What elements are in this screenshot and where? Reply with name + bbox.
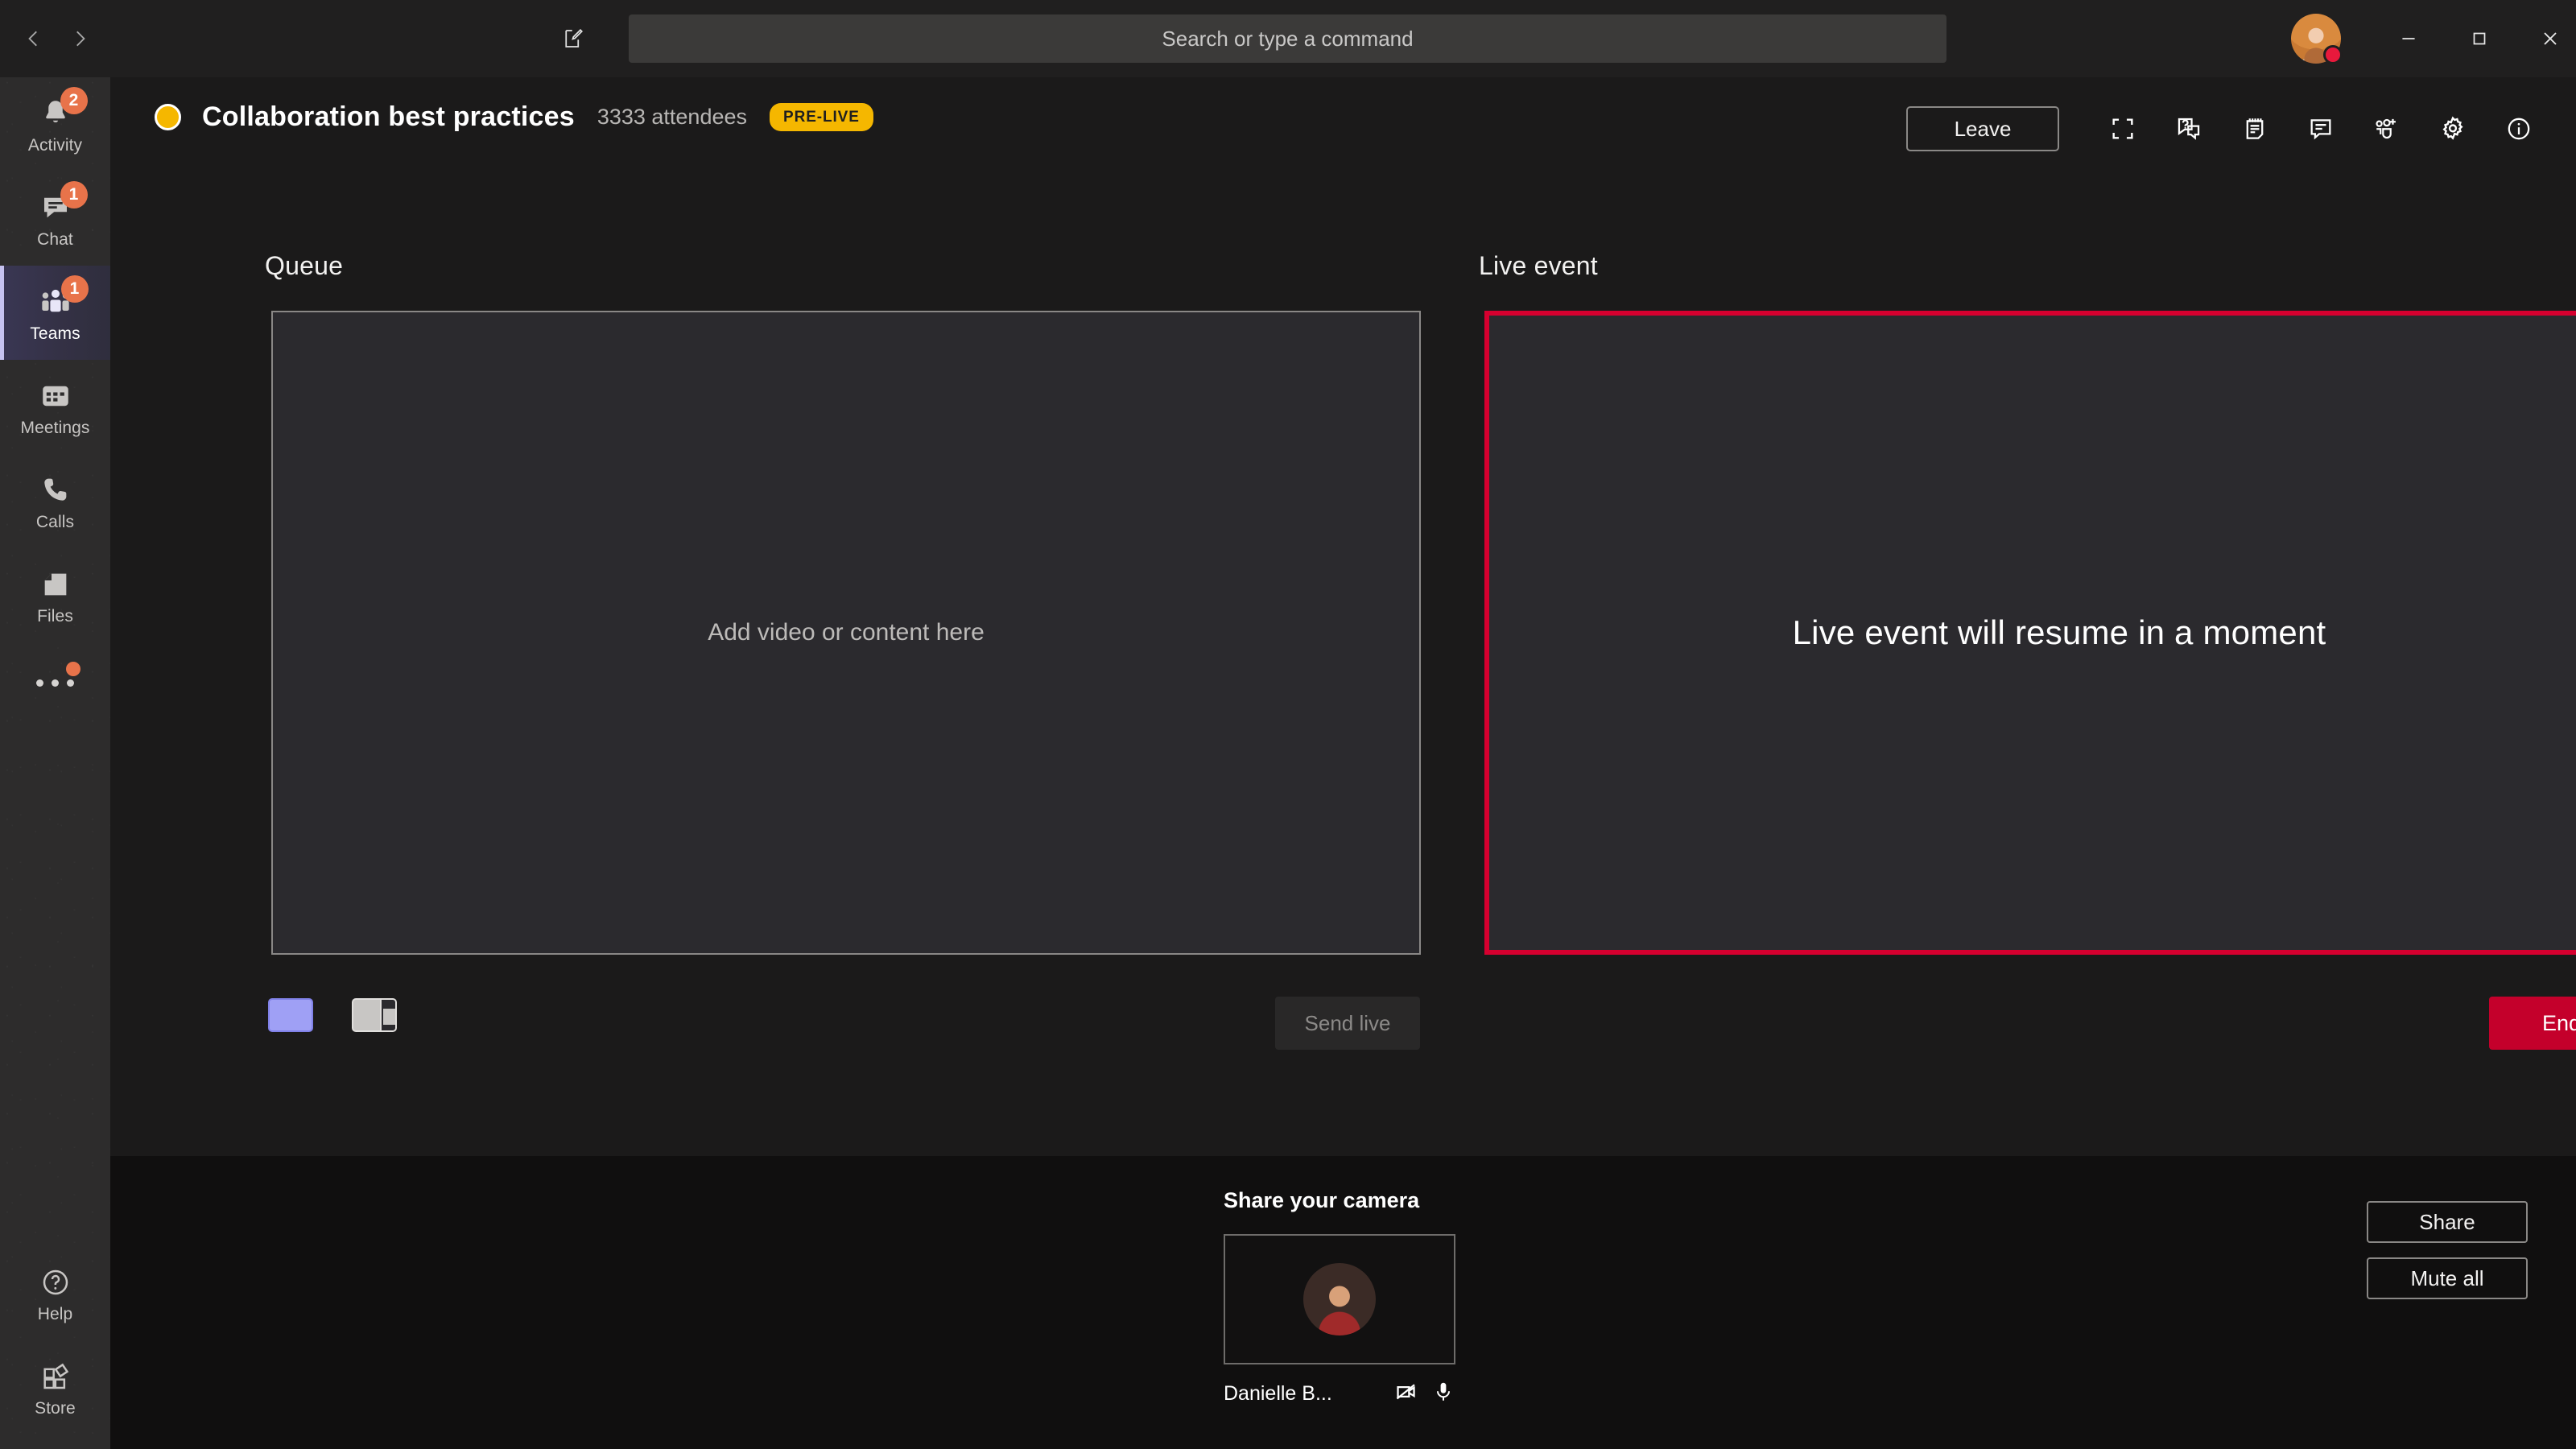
sidebar-item-label: Files [37, 606, 73, 625]
info-icon [2508, 118, 2530, 140]
live-event-label: Live event [1479, 251, 1598, 280]
chevron-left-icon [27, 31, 37, 47]
camera-off-icon [1396, 1384, 1415, 1400]
fullscreen-button[interactable] [2090, 100, 2156, 158]
sidebar-item-calls[interactable]: Calls [0, 454, 110, 548]
activity-badge: 2 [60, 86, 88, 114]
settings-gear-icon [2442, 116, 2463, 140]
camera-avatar [1303, 1263, 1376, 1335]
sidebar-item-teams[interactable]: 1 Teams [0, 266, 110, 360]
files-icon [39, 565, 72, 604]
sidebar-item-label: Chat [37, 229, 73, 249]
more-ellipsis-icon [36, 679, 43, 687]
end-button[interactable]: End [2489, 997, 2576, 1050]
settings-button[interactable] [2420, 100, 2486, 158]
notes-button[interactable] [2222, 100, 2288, 158]
sidebar-item-label: Activity [27, 135, 83, 155]
title-bar [0, 0, 2576, 77]
chat-badge: 1 [60, 180, 88, 208]
more-apps-badge [66, 662, 80, 676]
teams-badge: 1 [60, 275, 89, 303]
qna-icon [2178, 118, 2200, 140]
camera-actions [1394, 1379, 1455, 1409]
sidebar-item-chat[interactable]: 1 Chat [0, 171, 110, 266]
live-event-panel: Live event will resume in a moment [1484, 311, 2576, 955]
window-minimize-button[interactable] [2370, 0, 2447, 77]
forward-button[interactable] [64, 21, 95, 56]
close-icon [2544, 32, 2557, 45]
sidebar-more-apps-button[interactable] [0, 642, 110, 723]
compose-button[interactable] [555, 21, 591, 56]
sidebar-item-label: Calls [35, 512, 75, 531]
notes-icon [2246, 118, 2264, 139]
queue-panel[interactable]: Add video or content here [271, 311, 1421, 955]
fullscreen-icon [2112, 118, 2133, 139]
sidebar-item-help[interactable]: Help [0, 1246, 110, 1340]
sidebar-item-label: Teams [30, 324, 80, 343]
window-maximize-button[interactable] [2441, 0, 2518, 77]
microphone-button[interactable] [1431, 1380, 1455, 1408]
calendar-icon [39, 377, 72, 415]
event-header: Collaboration best practices 3333 attend… [155, 101, 873, 133]
qna-button[interactable] [2156, 100, 2222, 158]
sidebar-item-activity[interactable]: 2 Activity [0, 77, 110, 171]
leave-button[interactable]: Leave [1906, 106, 2059, 151]
event-toolbar: Leave [1906, 100, 2552, 158]
page-title: Collaboration best practices [202, 101, 575, 132]
bell-icon: 2 [39, 86, 88, 133]
compose-icon [565, 29, 583, 47]
user-avatar[interactable] [2291, 14, 2343, 64]
store-icon [39, 1357, 72, 1396]
info-button[interactable] [2486, 100, 2552, 158]
more-ellipsis-icon [67, 679, 74, 687]
share-camera-block: Share your camera Danielle B... [1224, 1188, 1465, 1409]
search-input[interactable] [629, 14, 1946, 63]
chat-icon: 1 [39, 180, 88, 227]
chevron-right-icon [76, 31, 85, 47]
queue-placeholder-text: Add video or content here [708, 619, 985, 646]
queue-label: Queue [265, 251, 344, 280]
back-button[interactable] [18, 21, 49, 56]
sidebar-item-meetings[interactable]: Meetings [0, 360, 110, 454]
mute-all-button[interactable]: Mute all [2367, 1257, 2528, 1299]
producer-stage: Collaboration best practices 3333 attend… [110, 77, 2576, 1156]
sidebar-item-label: Meetings [20, 418, 90, 437]
search-container [629, 14, 1946, 63]
help-icon [39, 1263, 72, 1302]
camera-preview[interactable] [1224, 1234, 1455, 1364]
app-rail: 2 Activity 1 Chat 1 Teams Meetings Calls… [0, 77, 110, 1449]
event-status-dot [155, 104, 181, 130]
minimize-icon [2402, 38, 2415, 39]
camera-controls-row: Danielle B... [1224, 1379, 1455, 1409]
bottom-bar: Share your camera Danielle B... Share Mu… [110, 1156, 2576, 1449]
add-participants-icon [2376, 118, 2396, 139]
share-button[interactable]: Share [2367, 1201, 2528, 1243]
phone-icon [39, 471, 72, 510]
camera-participant-name: Danielle B... [1224, 1382, 1332, 1405]
teams-icon: 1 [38, 275, 89, 321]
presence-badge-busy [2323, 45, 2343, 64]
rail-bottom-group: Help Store [0, 1246, 110, 1435]
add-participants-button[interactable] [2354, 100, 2420, 158]
layout-option-single[interactable] [268, 998, 313, 1032]
microphone-icon [1437, 1382, 1450, 1401]
maximize-icon [2473, 32, 2486, 45]
more-ellipsis-icon [52, 679, 59, 687]
meeting-chat-button[interactable] [2288, 100, 2354, 158]
meeting-chat-icon [2310, 119, 2331, 140]
bottom-action-buttons: Share Mute all [2367, 1201, 2528, 1299]
send-live-button[interactable]: Send live [1275, 997, 1420, 1050]
camera-off-button[interactable] [1394, 1379, 1420, 1409]
sidebar-item-store[interactable]: Store [0, 1340, 110, 1435]
window-close-button[interactable] [2512, 0, 2576, 77]
live-event-message: Live event will resume in a moment [1792, 613, 2326, 651]
share-camera-title: Share your camera [1224, 1188, 1420, 1212]
sidebar-item-label: Store [35, 1398, 76, 1418]
sidebar-item-label: Help [37, 1304, 73, 1323]
layout-option-split[interactable] [352, 998, 397, 1032]
sidebar-item-files[interactable]: Files [0, 548, 110, 642]
navigation-arrows [18, 21, 95, 56]
status-badge: PRE-LIVE [770, 103, 873, 131]
attendee-count: 3333 attendees [597, 105, 747, 129]
